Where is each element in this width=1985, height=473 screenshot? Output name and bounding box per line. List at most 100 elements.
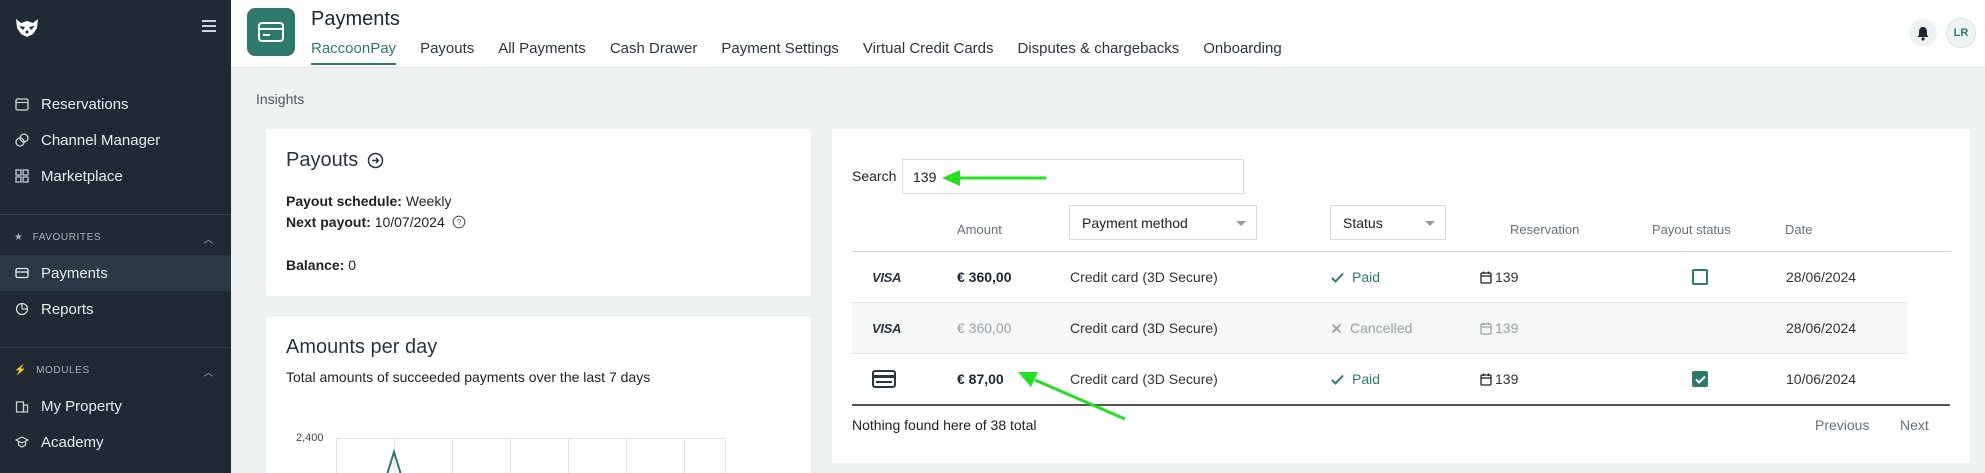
table-row[interactable]: VISA € 360,00 Credit card (3D Secure) Pa… [852,252,1907,302]
amount-cell: € 360,00 [957,269,1012,285]
payout-schedule-value: Weekly [405,193,452,209]
search-label: Search [852,168,897,184]
amount-cell: € 360,00 [957,320,1012,336]
bell-icon[interactable] [1909,19,1937,47]
favourites-label: FAVOURITES [32,232,102,243]
x-icon [1331,323,1342,334]
date-cell: 28/06/2024 [1786,320,1857,336]
bolt-icon: ⚡ [14,365,28,376]
sidebar-divider [0,347,231,348]
arrow-circle-right-icon[interactable] [367,152,384,169]
modules-section-header[interactable]: ⚡ MODULES ︿ [14,364,214,379]
top-header: Payments RaccoonPay Payouts All Payments… [231,0,1985,68]
modules-label: MODULES [36,365,90,376]
reservation-link[interactable]: 139 [1480,252,1518,302]
menu-toggle-icon[interactable] [202,20,216,32]
sidebar-item-label: Academy [41,433,104,451]
avatar[interactable]: LR [1946,18,1976,48]
amounts-chart [336,438,726,473]
chevron-up-icon[interactable]: ︿ [203,231,214,246]
next-payout-label: Next payout: [286,214,371,230]
calendar-icon [1480,373,1492,386]
tab-payment-settings[interactable]: Payment Settings [721,40,839,65]
column-header-payout-status[interactable]: Payout status [1652,222,1731,237]
sidebar-item-my-property[interactable]: My Property [0,388,231,424]
sidebar-item-reservations[interactable]: Reservations [0,86,231,122]
amounts-card-title: Amounts per day [286,336,438,358]
grid-icon [14,168,30,184]
status-cell: Paid [1331,354,1380,404]
y-axis-tick: 2,400 [296,432,324,444]
sidebar-item-academy[interactable]: Academy [0,424,231,460]
sidebar-item-channel-manager[interactable]: Channel Manager [0,122,231,158]
status-cell: Cancelled [1331,303,1412,353]
insights-label: Insights [256,91,305,107]
payouts-card: Payouts Payout schedule: Weekly Next pay… [266,129,811,296]
sidebar-item-label: Marketplace [41,167,123,185]
chevron-up-icon[interactable]: ︿ [203,364,214,379]
calendar-icon [14,96,30,112]
amount-cell: € 87,00 [957,371,1004,387]
previous-page-button[interactable]: Previous [1815,417,1869,433]
sidebar-item-marketplace[interactable]: Marketplace [0,158,231,194]
table-row[interactable]: € 87,00 Credit card (3D Secure) Paid 139… [852,354,1907,404]
credit-card-icon [872,354,896,404]
balance-label: Balance: [286,257,345,273]
payout-schedule-label: Payout schedule: [286,193,402,209]
raccoon-logo-icon[interactable] [14,17,40,39]
table-row[interactable]: VISA € 360,00 Credit card (3D Secure) Ca… [852,303,1907,353]
calendar-icon [1480,271,1492,284]
visa-icon: VISA [872,320,902,336]
pie-chart-icon [14,301,30,317]
column-header-amount[interactable]: Amount [957,222,1002,237]
tab-bar: RaccoonPay Payouts All Payments Cash Dra… [311,40,1306,65]
results-summary: Nothing found here of 38 total [852,417,1037,433]
tab-cash-drawer[interactable]: Cash Drawer [610,40,698,65]
date-cell: 28/06/2024 [1786,269,1857,285]
sidebar-item-payments[interactable]: Payments [0,255,231,291]
channel-icon [14,132,30,148]
sidebar-item-label: Channel Manager [41,131,161,149]
tab-all-payments[interactable]: All Payments [498,40,586,65]
tab-raccoonpay[interactable]: RaccoonPay [311,40,397,65]
reservation-number: 139 [1495,320,1519,336]
payout-status-cell [1692,354,1708,404]
next-page-button[interactable]: Next [1900,417,1929,433]
tab-virtual-credit-cards[interactable]: Virtual Credit Cards [863,40,994,65]
page-title: Payments [311,8,400,30]
tab-disputes-chargebacks[interactable]: Disputes & chargebacks [1018,40,1180,65]
sidebar-item-label: Reports [41,300,94,318]
reservation-number: 139 [1495,371,1519,387]
next-payout: Next payout: 10/07/2024 ? [286,214,466,230]
sidebar-item-label: Payments [41,264,108,282]
payment-method-filter[interactable]: Payment method [1069,205,1257,240]
academy-icon [14,434,30,450]
next-payout-value: 10/07/2024 [374,214,445,230]
status-filter-label: Status [1343,214,1383,231]
sidebar-divider [0,214,231,215]
help-circle-icon[interactable]: ? [452,215,466,229]
payout-checkbox[interactable] [1692,371,1708,387]
reservation-link[interactable]: 139 [1480,303,1518,353]
star-icon: ★ [14,232,24,243]
amounts-card-subtitle: Total amounts of succeeded payments over… [286,369,651,385]
status-filter[interactable]: Status [1330,205,1446,240]
favourites-section-header[interactable]: ★ FAVOURITES ︿ [14,231,214,246]
payout-status-cell [1692,252,1708,302]
building-icon [14,398,30,414]
status-label: Paid [1352,371,1381,387]
column-header-reservation[interactable]: Reservation [1510,222,1579,237]
column-header-date[interactable]: Date [1785,222,1812,237]
sidebar-item-label: Reservations [41,95,129,113]
card-icon [14,265,30,281]
sidebar-item-reports[interactable]: Reports [0,291,231,327]
svg-text:?: ? [456,217,461,227]
reservation-link[interactable]: 139 [1480,354,1518,404]
check-icon [1331,272,1344,283]
status-cell: Paid [1331,252,1380,302]
date-cell: 10/06/2024 [1786,371,1857,387]
payout-checkbox[interactable] [1692,269,1708,285]
tab-onboarding[interactable]: Onboarding [1203,40,1281,65]
payment-method-cell: Credit card (3D Secure) [1070,269,1218,285]
tab-payouts[interactable]: Payouts [420,40,474,65]
